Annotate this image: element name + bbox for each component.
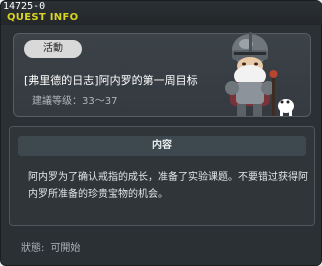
status-label: 狀態: [21,243,45,254]
status-value: 可開始 [50,243,81,254]
content-section-header: 内容 [18,136,306,156]
quest-summary-card: 活動 [弗里德的日志]阿内罗的第一周目标 建議等级：33～37 [13,32,311,117]
quest-status: 狀態: 可開始 [21,239,86,254]
window-id-label: 14725-0 [3,1,46,12]
armored-knight-npc-icon [225,32,294,116]
quest-info-window: 14725-0 QUEST INFO 活動 [弗里德的日志]阿内罗的第一周目标 … [0,0,322,266]
quest-recommended-level: 建議等级：33～37 [32,96,118,107]
quest-type-badge: 活動 [24,40,82,58]
window-title: QUEST INFO [7,12,79,23]
quest-content-panel: 内容 阿内罗为了确认戒指的成长，准备了实验课题。不要错过获得阿内罗所准备的珍贵宝… [9,126,315,226]
window-titlebar[interactable]: 14725-0 QUEST INFO [1,1,322,25]
quest-title: [弗里德的日志]阿内罗的第一周目标 [24,74,198,87]
quest-description: 阿内罗为了确认戒指的成长，准备了实验课题。不要错过获得阿内罗所准备的珍贵宝物的机… [28,172,308,200]
